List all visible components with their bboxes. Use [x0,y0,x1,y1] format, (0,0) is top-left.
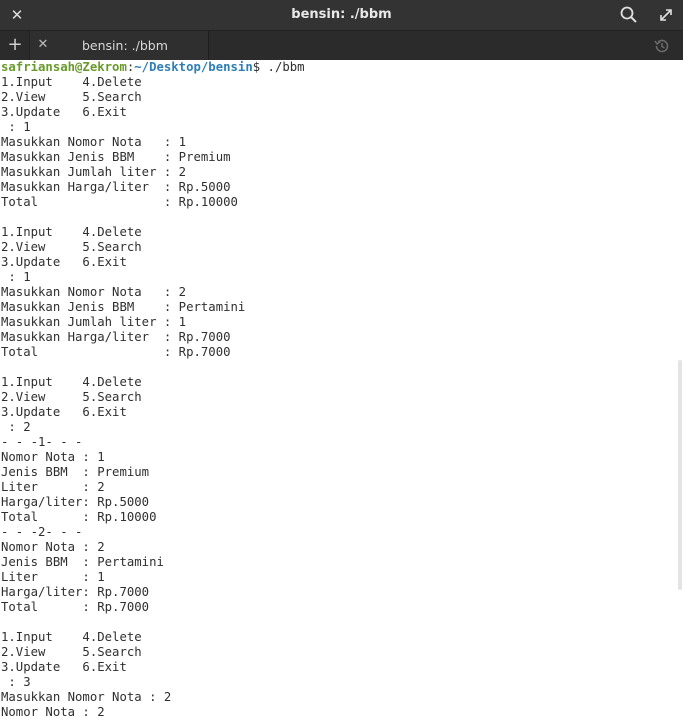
terminal-line: - - -2- - - [1,525,83,539]
terminal-output[interactable]: safriansah@Zekrom:~/Desktop/bensin$ ./bb… [0,60,683,723]
tab-bar: + ✕ bensin: ./bbm [0,30,683,60]
terminal-line: Masukkan Harga/liter : Rp.5000 [1,180,231,194]
terminal-line: Liter : 1 [1,570,105,584]
terminal-line: Total : Rp.10000 [1,510,157,524]
prompt-command: ./bbm [260,60,305,74]
terminal-line: Masukkan Jenis BBM : Premium [1,150,231,164]
terminal-line: Jenis BBM : Premium [1,465,150,479]
terminal-line: 3.Update 6.Exit [1,105,127,119]
terminal-line: 1.Input 4.Delete [1,630,142,644]
terminal-lines: 1.Input 4.Delete 2.View 5.Search 3.Updat… [1,75,245,719]
terminal-line: Total : Rp.7000 [1,600,150,614]
terminal-line: Masukkan Harga/liter : Rp.7000 [1,330,231,344]
terminal-line: 3.Update 6.Exit [1,405,127,419]
terminal-line: : 1 [1,270,31,284]
search-icon[interactable] [618,4,640,26]
new-tab-button[interactable]: + [4,34,26,56]
terminal-line: Harga/liter: Rp.5000 [1,495,150,509]
terminal-line: - - -1- - - [1,435,83,449]
window-close-button[interactable]: ✕ [6,3,28,27]
terminal-line: 1.Input 4.Delete [1,375,142,389]
terminal-line: 3.Update 6.Exit [1,660,127,674]
terminal-line: 2.View 5.Search [1,240,142,254]
terminal-line: 2.View 5.Search [1,90,142,104]
terminal-scrollbar[interactable] [678,360,682,590]
terminal-line: Nomor Nota : 2 [1,705,105,719]
terminal-line: Jenis BBM : Pertamini [1,555,164,569]
tab-close-button[interactable]: ✕ [35,36,51,54]
terminal-line: Liter : 2 [1,480,105,494]
terminal-line: Masukkan Nomor Nota : 1 [1,135,187,149]
terminal-line: Total : Rp.7000 [1,345,231,359]
terminal-line: Total : Rp.10000 [1,195,238,209]
terminal-line: 2.View 5.Search [1,390,142,404]
terminal-line: Masukkan Nomor Nota : 2 [1,285,187,299]
terminal-line: : 2 [1,420,31,434]
terminal-line: Masukkan Nomor Nota : 2 [1,690,172,704]
maximize-icon[interactable] [655,4,677,26]
prompt-user-host: safriansah@Zekrom [1,60,127,74]
history-icon[interactable] [652,36,672,56]
terminal-line: 2.View 5.Search [1,645,142,659]
terminal-line: 1.Input 4.Delete [1,75,142,89]
terminal-line: : 3 [1,675,31,689]
terminal-line: Masukkan Jumlah liter : 2 [1,165,187,179]
terminal-line: Nomor Nota : 1 [1,450,105,464]
prompt-path: ~/Desktop/bensin [134,60,253,74]
tab-label: bensin: ./bbm [82,38,168,53]
terminal-line: : 1 [1,120,31,134]
terminal-line: Masukkan Jenis BBM : Pertamini [1,300,246,314]
terminal-line: Harga/liter: Rp.7000 [1,585,150,599]
window-titlebar: ✕ bensin: ./bbm [0,0,683,30]
terminal-line: Nomor Nota : 2 [1,540,105,554]
prompt-line: safriansah@Zekrom:~/Desktop/bensin$ ./bb… [1,60,305,74]
window-title: bensin: ./bbm [291,7,392,22]
terminal-line: 1.Input 4.Delete [1,225,142,239]
terminal-line: Masukkan Jumlah liter : 1 [1,315,187,329]
terminal-line: 3.Update 6.Exit [1,255,127,269]
tab-bensin[interactable]: ✕ bensin: ./bbm [29,31,209,60]
